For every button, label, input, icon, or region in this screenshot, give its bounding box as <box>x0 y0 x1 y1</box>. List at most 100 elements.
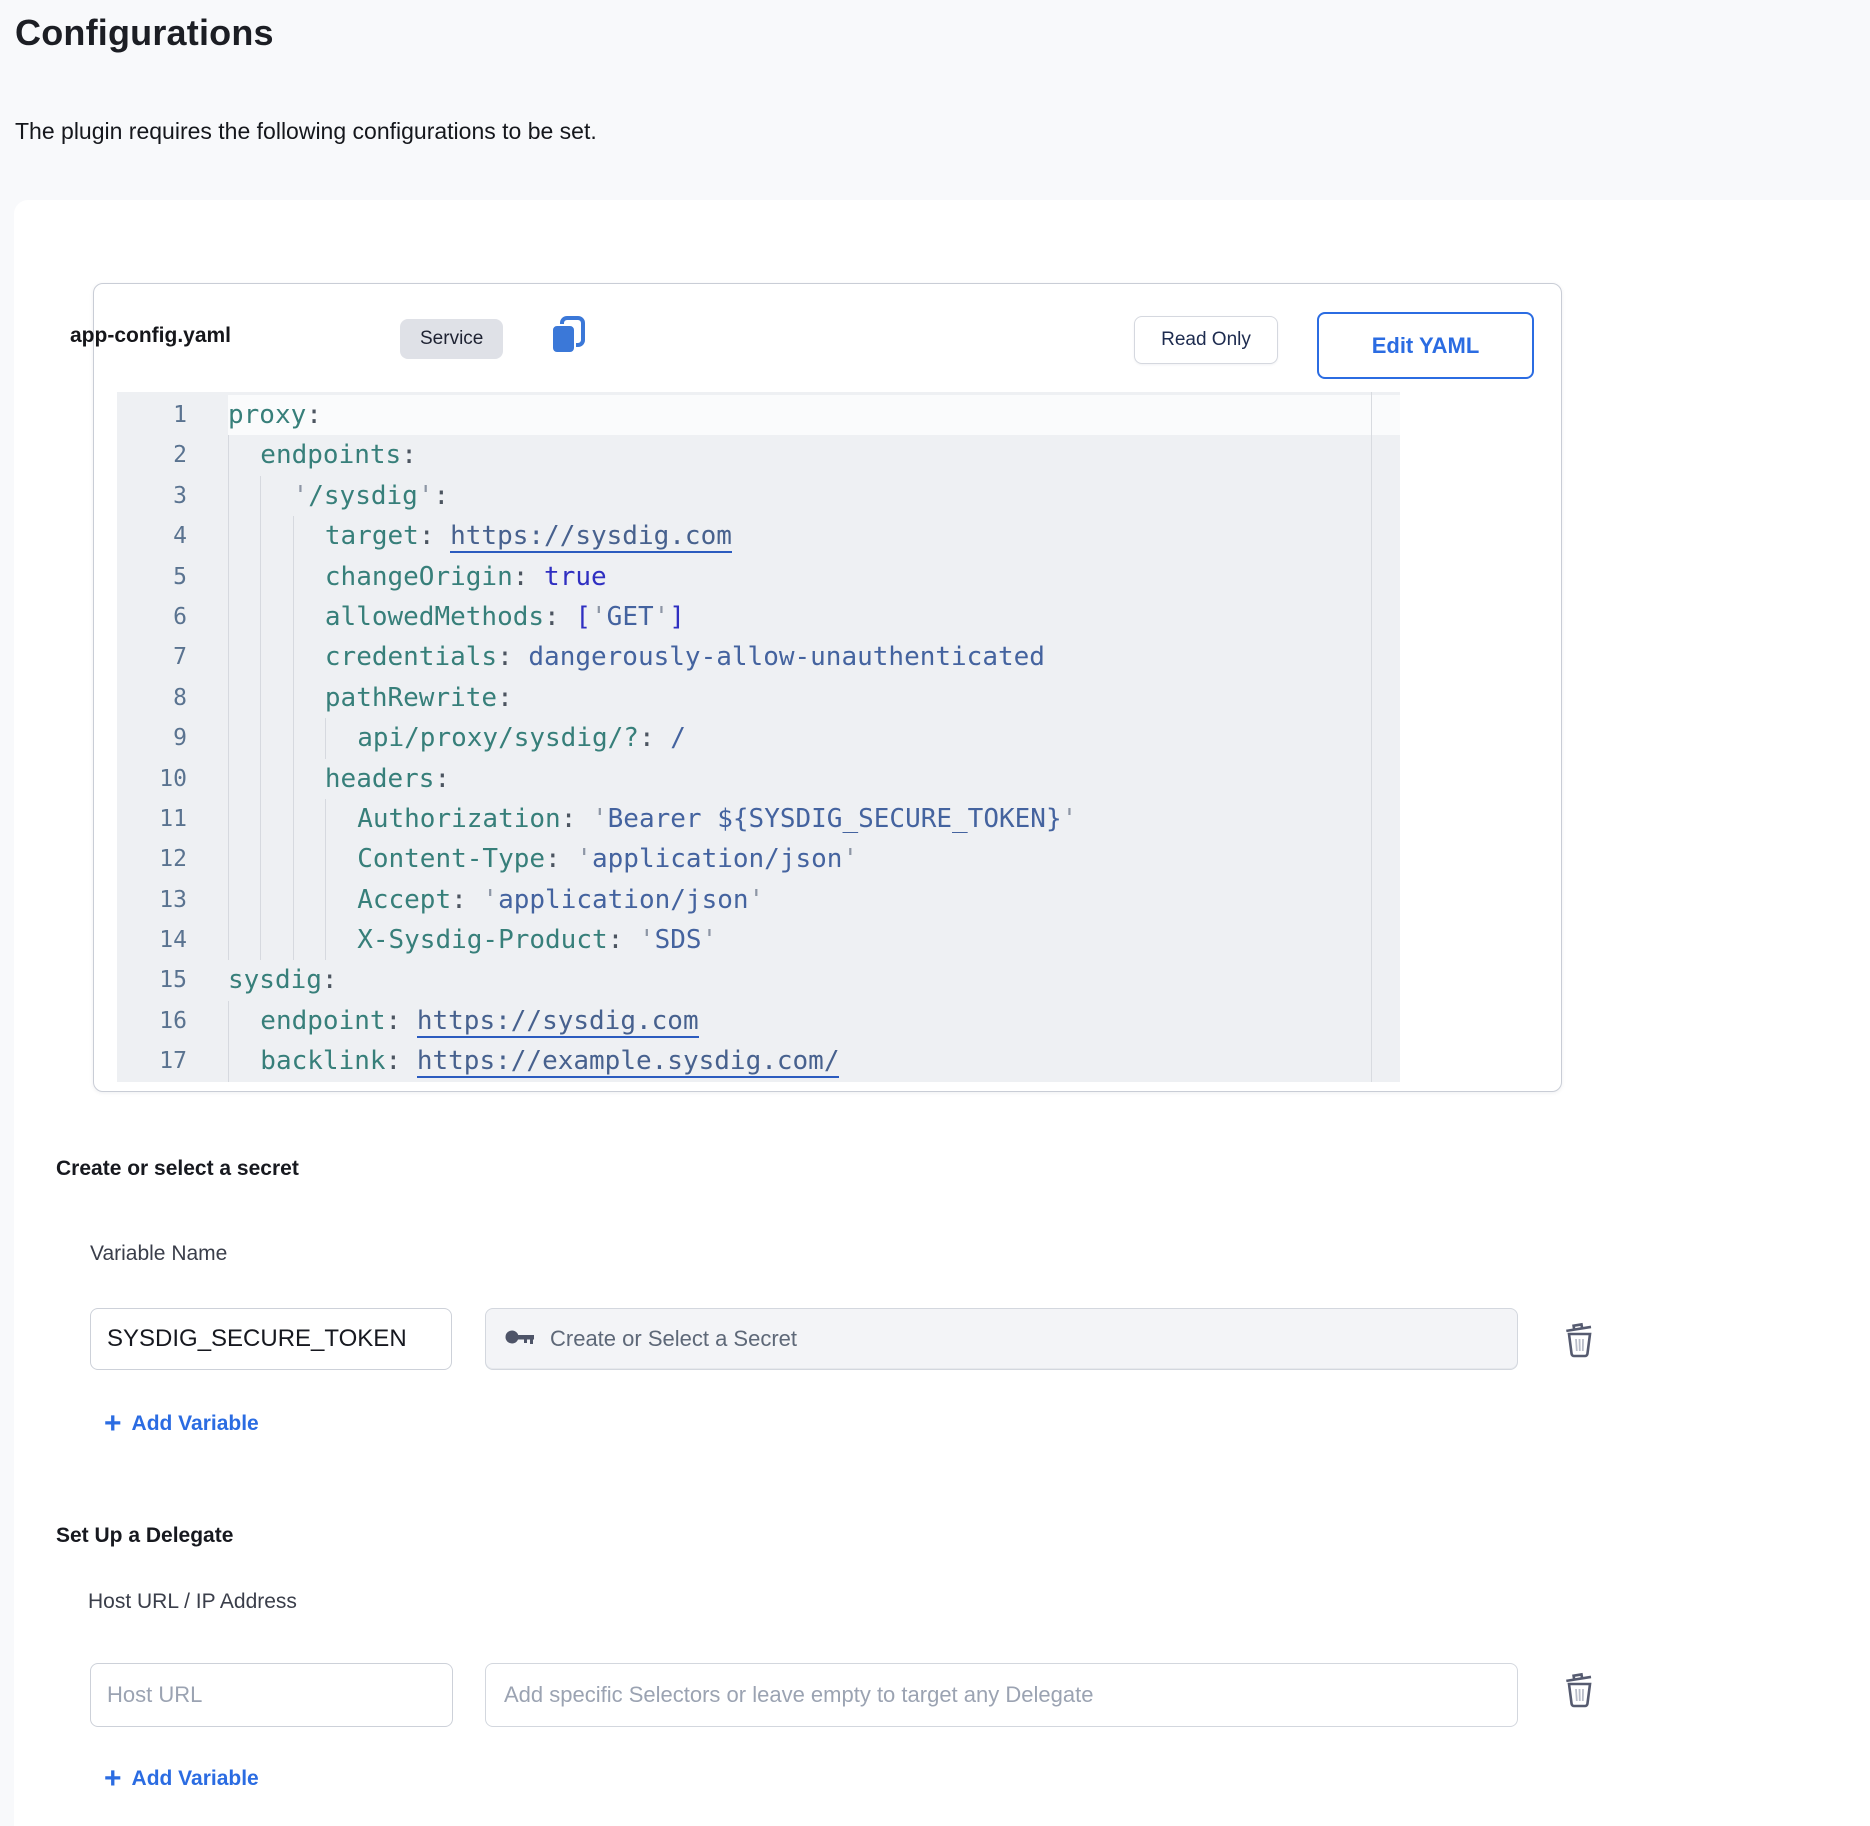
code-text: Authorization: 'Bearer ${SYSDIG_SECURE_T… <box>228 799 1400 839</box>
indent-guide <box>293 637 325 677</box>
delegate-selector-input[interactable]: Add specific Selectors or leave empty to… <box>485 1663 1518 1727</box>
line-number: 17 <box>117 1041 228 1081</box>
indent-guide <box>293 678 325 718</box>
line-number: 4 <box>117 516 228 556</box>
indent-guide <box>260 880 292 920</box>
indent-guide <box>293 557 325 597</box>
indent-guide <box>228 1001 260 1041</box>
code-line: 1proxy: <box>117 395 1400 435</box>
line-number: 7 <box>117 637 228 677</box>
host-url-input[interactable] <box>90 1663 453 1727</box>
indent-guide <box>228 637 260 677</box>
edit-yaml-button[interactable]: Edit YAML <box>1317 312 1534 379</box>
secret-select[interactable]: Create or Select a Secret <box>485 1308 1518 1370</box>
code-line: 11Authorization: 'Bearer ${SYSDIG_SECURE… <box>117 799 1400 839</box>
file-name: app-config.yaml <box>70 324 231 348</box>
code-text: endpoints: <box>228 435 1400 475</box>
indent-guide <box>325 799 357 839</box>
indent-guide <box>260 597 292 637</box>
indent-guide <box>260 476 292 516</box>
line-number: 2 <box>117 435 228 475</box>
line-number: 5 <box>117 557 228 597</box>
indent-guide <box>228 880 260 920</box>
indent-guide <box>260 637 292 677</box>
code-text: Content-Type: 'application/json' <box>228 839 1400 879</box>
delegate-selector-placeholder: Add specific Selectors or leave empty to… <box>504 1682 1093 1708</box>
trash-icon[interactable] <box>1558 1666 1602 1710</box>
line-number: 9 <box>117 718 228 758</box>
indent-guide <box>260 759 292 799</box>
code-text: X-Sysdig-Product: 'SDS' <box>228 920 1400 960</box>
code-text: headers: <box>228 759 1400 799</box>
code-line: 6allowedMethods: ['GET'] <box>117 597 1400 637</box>
indent-guide <box>293 759 325 799</box>
line-number: 16 <box>117 1001 228 1041</box>
variable-name-input[interactable] <box>90 1308 452 1370</box>
code-text: '/sysdig': <box>228 476 1400 516</box>
page-title: Configurations <box>15 12 274 54</box>
indent-guide <box>228 597 260 637</box>
indent-guide <box>228 920 260 960</box>
indent-guide <box>228 476 260 516</box>
secret-section-heading: Create or select a secret <box>56 1157 299 1181</box>
add-variable-secret[interactable]: + Add Variable <box>104 1410 259 1438</box>
delegate-section-heading: Set Up a Delegate <box>56 1524 233 1548</box>
code-line: 10headers: <box>117 759 1400 799</box>
yaml-code-viewer[interactable]: 1proxy:2endpoints:3'/sysdig':4target: ht… <box>117 392 1400 1082</box>
code-text: proxy: <box>228 395 1400 435</box>
indent-guide <box>228 557 260 597</box>
indent-guide <box>325 920 357 960</box>
configurations-page: Configurations The plugin requires the f… <box>0 0 1870 1826</box>
code-line: 2endpoints: <box>117 435 1400 475</box>
line-number: 8 <box>117 678 228 718</box>
indent-guide <box>325 880 357 920</box>
line-number: 1 <box>117 395 228 435</box>
indent-guide <box>228 435 260 475</box>
code-text: backlink: https://example.sysdig.com/ <box>228 1041 1400 1081</box>
code-text: sysdig: <box>228 960 1400 1000</box>
code-line: 9api/proxy/sysdig/?: / <box>117 718 1400 758</box>
code-text: Accept: 'application/json' <box>228 880 1400 920</box>
service-badge: Service <box>400 319 503 359</box>
code-line: 15sysdig: <box>117 960 1400 1000</box>
copy-icon-svg <box>545 312 591 358</box>
indent-guide <box>228 516 260 556</box>
code-line: 13Accept: 'application/json' <box>117 880 1400 920</box>
key-icon <box>504 1325 536 1354</box>
indent-guide <box>228 759 260 799</box>
variable-name-label: Variable Name <box>90 1242 227 1266</box>
indent-guide <box>228 839 260 879</box>
line-number: 6 <box>117 597 228 637</box>
code-line: 3'/sysdig': <box>117 476 1400 516</box>
add-variable-delegate[interactable]: + Add Variable <box>104 1765 259 1793</box>
indent-guide <box>260 920 292 960</box>
indent-guide <box>293 920 325 960</box>
indent-guide <box>325 839 357 879</box>
indent-guide <box>293 839 325 879</box>
line-number: 10 <box>117 759 228 799</box>
code-lines: 1proxy:2endpoints:3'/sysdig':4target: ht… <box>117 392 1400 1082</box>
code-line: 5changeOrigin: true <box>117 557 1400 597</box>
indent-guide <box>293 799 325 839</box>
copy-icon[interactable] <box>545 312 591 358</box>
indent-guide <box>260 799 292 839</box>
code-text: changeOrigin: true <box>228 557 1400 597</box>
code-text: api/proxy/sysdig/?: / <box>228 718 1400 758</box>
code-text: endpoint: https://sysdig.com <box>228 1001 1400 1041</box>
code-text: allowedMethods: ['GET'] <box>228 597 1400 637</box>
code-text: credentials: dangerously-allow-unauthent… <box>228 637 1400 677</box>
indent-guide <box>325 718 357 758</box>
host-url-label: Host URL / IP Address <box>88 1590 297 1614</box>
indent-guide <box>260 678 292 718</box>
code-line: 4target: https://sysdig.com <box>117 516 1400 556</box>
indent-guide <box>260 516 292 556</box>
code-line: 8pathRewrite: <box>117 678 1400 718</box>
indent-guide <box>260 839 292 879</box>
trash-icon[interactable] <box>1558 1316 1602 1360</box>
indent-guide <box>228 718 260 758</box>
read-only-button[interactable]: Read Only <box>1134 316 1278 364</box>
code-text: target: https://sysdig.com <box>228 516 1400 556</box>
indent-guide <box>293 880 325 920</box>
indent-guide <box>293 597 325 637</box>
code-line: 16endpoint: https://sysdig.com <box>117 1001 1400 1041</box>
